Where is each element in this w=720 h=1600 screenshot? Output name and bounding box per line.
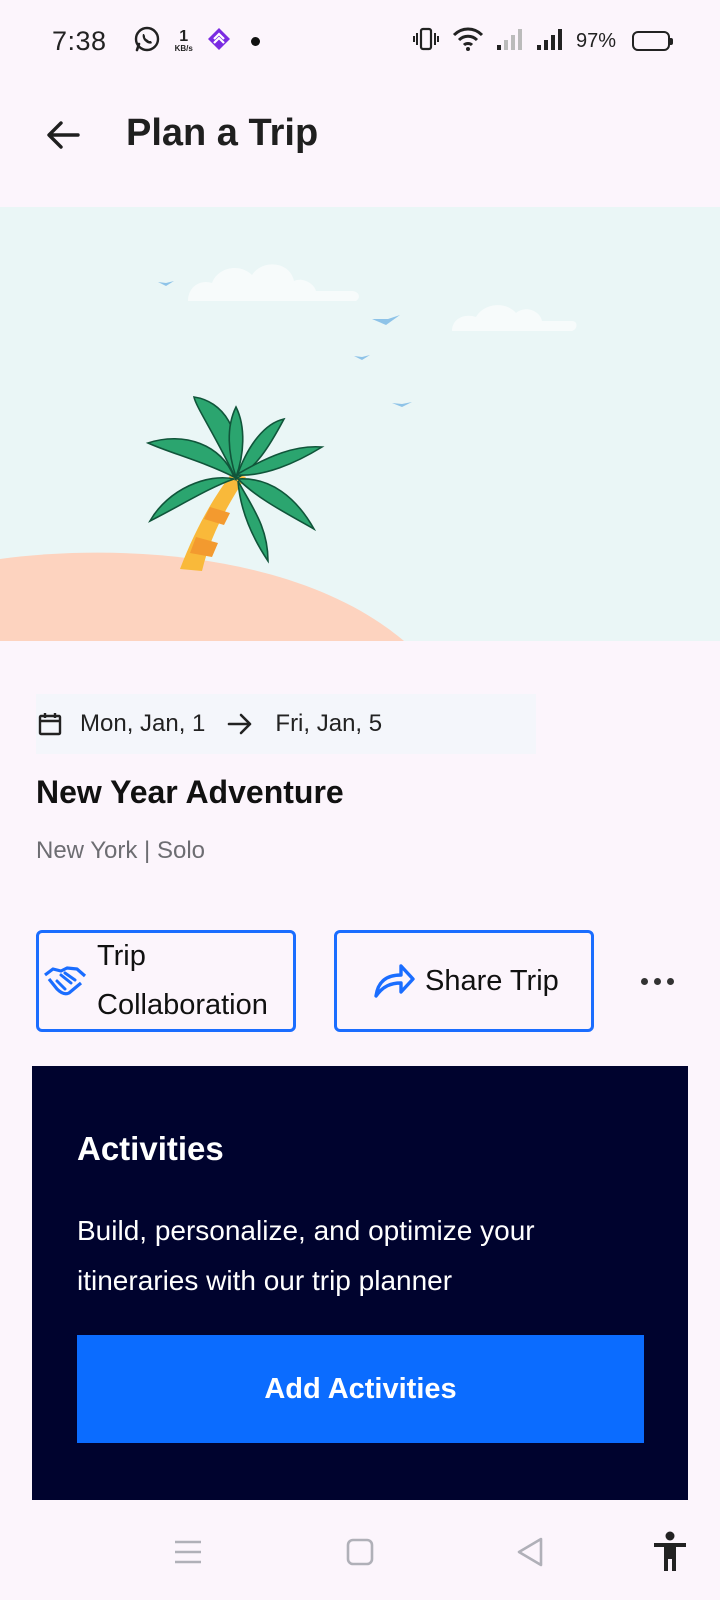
vibrate-icon bbox=[412, 26, 440, 57]
back-triangle-icon bbox=[517, 1537, 543, 1567]
system-nav-bar bbox=[0, 1500, 720, 1600]
hero-illustration bbox=[0, 207, 720, 641]
home-square-icon bbox=[346, 1538, 374, 1566]
calendar-icon bbox=[38, 713, 62, 736]
activities-title: Activities bbox=[77, 1130, 224, 1167]
dot-icon bbox=[666, 977, 674, 985]
accessibility-button[interactable] bbox=[646, 1528, 694, 1576]
add-activities-button[interactable]: Add Activities bbox=[77, 1335, 644, 1443]
home-button[interactable] bbox=[336, 1528, 384, 1576]
app-notification-icon bbox=[205, 25, 233, 58]
trip-title: New Year Adventure bbox=[36, 774, 344, 810]
system-back-button[interactable] bbox=[506, 1528, 554, 1576]
trip-collaboration-label-line2: Collaboration bbox=[97, 989, 268, 1021]
app-header: Plan a Trip bbox=[0, 88, 720, 182]
date-range[interactable]: Mon, Jan, 1 Fri, Jan, 5 bbox=[36, 694, 536, 754]
more-options-button[interactable] bbox=[632, 958, 682, 1004]
menu-icon bbox=[175, 1540, 201, 1564]
activities-card: Activities Build, personalize, and optim… bbox=[32, 1066, 688, 1500]
wifi-icon bbox=[452, 26, 484, 57]
status-left: 7:38 1 KB/s bbox=[52, 25, 260, 58]
dot-icon bbox=[653, 977, 661, 985]
battery-percent: 97% bbox=[575, 29, 616, 52]
trip-collaboration-label: Trip Collaboration bbox=[97, 932, 268, 1030]
signal-weak-icon bbox=[496, 27, 524, 56]
signal-strong-icon bbox=[536, 27, 564, 56]
whatsapp-icon bbox=[133, 25, 161, 58]
battery-icon bbox=[632, 31, 673, 51]
share-trip-label: Share Trip bbox=[425, 964, 559, 997]
net-speed: 1 KB/s bbox=[175, 29, 193, 53]
share-arrow-icon bbox=[374, 964, 415, 998]
dot-icon bbox=[640, 977, 648, 985]
start-date: Mon, Jan, 1 bbox=[80, 710, 206, 737]
status-right: 97% bbox=[412, 26, 673, 57]
menu-button[interactable] bbox=[164, 1528, 212, 1576]
status-bar: 7:38 1 KB/s 97% bbox=[0, 0, 720, 82]
net-speed-unit: KB/s bbox=[174, 44, 193, 53]
arrow-right-icon bbox=[227, 713, 253, 735]
activities-description: Build, personalize, and optimize your it… bbox=[77, 1215, 535, 1296]
end-date: Fri, Jan, 5 bbox=[275, 710, 383, 737]
notification-dot-icon bbox=[250, 36, 260, 46]
status-time: 7:38 bbox=[52, 25, 107, 56]
arrow-left-icon bbox=[47, 121, 80, 149]
back-button[interactable] bbox=[40, 112, 86, 158]
accessibility-icon bbox=[654, 1531, 686, 1571]
net-speed-value: 1 bbox=[179, 28, 189, 45]
page-title: Plan a Trip bbox=[126, 112, 319, 154]
trip-meta: New York | Solo bbox=[36, 837, 205, 864]
trip-collaboration-button[interactable]: Trip Collaboration bbox=[36, 930, 296, 1032]
trip-collaboration-label-line1: Trip bbox=[97, 940, 146, 972]
handshake-icon bbox=[44, 966, 87, 996]
share-trip-button[interactable]: Share Trip bbox=[334, 930, 594, 1032]
